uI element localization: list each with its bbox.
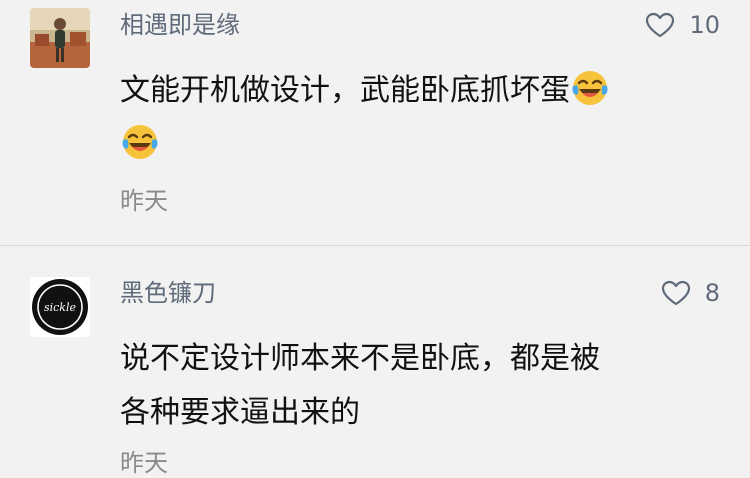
avatar-image: sickle	[30, 277, 90, 337]
laughing-tears-emoji-icon	[572, 71, 608, 105]
avatar[interactable]	[30, 8, 90, 68]
like-button[interactable]: 8	[661, 278, 720, 308]
like-button[interactable]: 10	[645, 10, 720, 40]
avatar-image	[30, 8, 90, 68]
laughing-tears-emoji-icon	[122, 125, 158, 159]
comment-item: 相遇即是缘 10 文能开机做设计，武能卧底抓坏蛋 昨天	[0, 0, 750, 240]
comment-time: 昨天	[120, 187, 168, 215]
heart-icon	[646, 12, 675, 38]
avatar[interactable]: sickle	[30, 277, 90, 337]
like-count: 10	[689, 11, 720, 39]
comment-text-line: 各种要求逼出来的	[120, 395, 360, 430]
avatar-logo-text: sickle	[44, 301, 77, 314]
comment-text: 文能开机做设计，武能卧底抓坏蛋	[120, 64, 720, 172]
comment-text-line: 说不定设计师本来不是卧底，都是被	[120, 341, 600, 376]
like-count: 8	[704, 279, 720, 307]
comment-time: 昨天	[120, 449, 168, 477]
heart-icon	[661, 280, 690, 306]
comment-text-content: 文能开机做设计，武能卧底抓坏蛋	[120, 73, 570, 108]
comment-username[interactable]: 相遇即是缘	[120, 10, 240, 40]
divider	[0, 245, 750, 246]
comment-item: sickle 黑色镰刀 8 说不定设计师本来不是卧底，都是被 各种要求逼出来的 …	[0, 270, 750, 477]
comment-text: 说不定设计师本来不是卧底，都是被 各种要求逼出来的	[120, 332, 720, 440]
comment-username[interactable]: 黑色镰刀	[120, 278, 216, 308]
